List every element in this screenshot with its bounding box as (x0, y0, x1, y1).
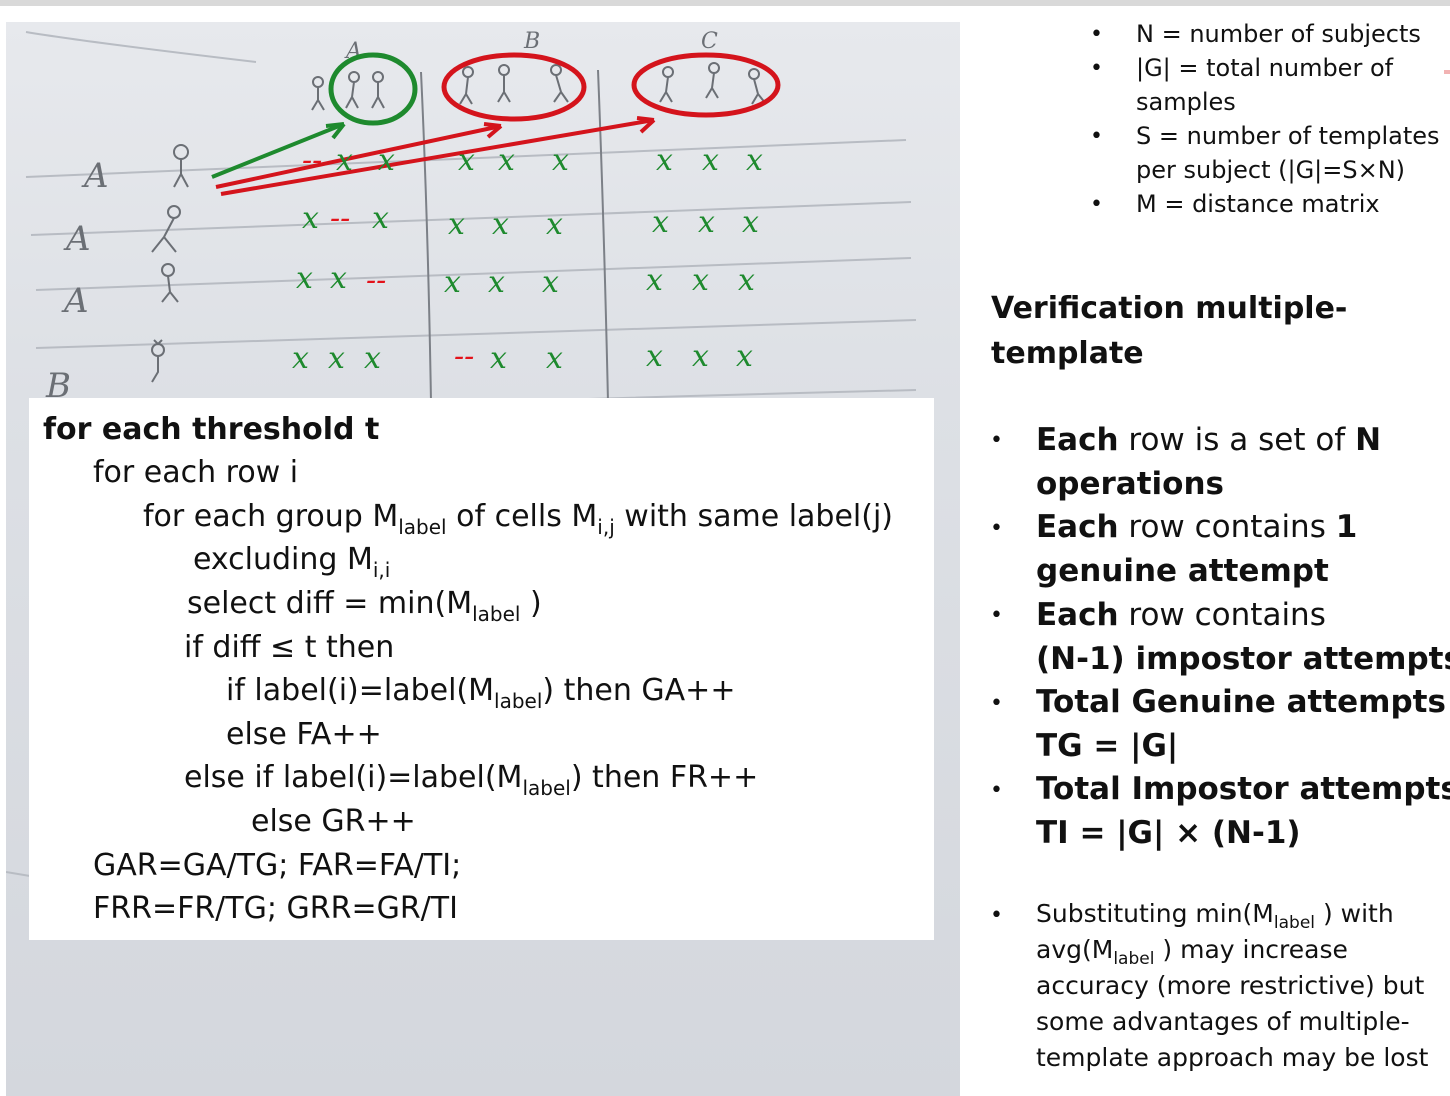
note-line-1: Substituting min(Mlabel ) with (1036, 899, 1394, 933)
impostor-mark: x (364, 341, 381, 376)
algo-line-rates-1: GAR=GA/TG; FAR=FA/TI; (93, 848, 462, 883)
bullet: • (990, 428, 1003, 453)
impostor-mark: x (656, 143, 673, 178)
definition-s: S = number of templates (1136, 122, 1440, 150)
impostor-group-circle-b (441, 52, 587, 122)
impostor-mark: x (448, 207, 465, 242)
impostor-mark: x (492, 207, 509, 242)
bullet-impostor-attempts-cont: (N-1) impostor attempts (1036, 641, 1450, 677)
impostor-mark: x (738, 263, 755, 298)
genuine-mark: -- (330, 201, 350, 236)
genuine-mark: -- (366, 263, 386, 298)
algo-line-if-diff: if diff ≤ t then (184, 630, 395, 665)
comparison-arrows (211, 116, 656, 196)
bullet: • (990, 603, 1003, 628)
bullet: • (1090, 124, 1103, 149)
impostor-mark: x (702, 143, 719, 178)
slide-title-line-2: template (991, 336, 1144, 371)
impostor-mark: x (736, 339, 753, 374)
slide-title-line-1: Verification multiple- (991, 291, 1348, 326)
impostor-mark: x (552, 143, 569, 178)
algorithm-box: for each threshold t for each row i for … (29, 398, 934, 940)
note-line-4: some advantages of multiple- (1036, 1007, 1410, 1036)
impostor-mark: x (652, 205, 669, 240)
impostor-mark: x (692, 263, 709, 298)
bullet-genuine-attempt: Each row contains 1 (1036, 509, 1358, 545)
impostor-mark: x (742, 205, 759, 240)
impostor-mark: x (330, 261, 347, 296)
row-label-2: A (63, 219, 91, 259)
definition-n: N = number of subjects (1136, 20, 1421, 48)
bullet-total-impostor: Total Impostor attempts (1036, 771, 1450, 807)
bullet: • (1090, 56, 1103, 81)
right-panel: • N = number of subjects • |G| = total n… (960, 0, 1450, 1096)
genuine-mark: -- (302, 143, 322, 178)
column-label-c: C (701, 29, 718, 54)
impostor-mark: x (372, 201, 389, 236)
bullet: • (990, 691, 1003, 716)
bullet-impostor-attempts: Each row contains (1036, 597, 1326, 633)
column-stick-figures (311, 62, 767, 111)
bullet: • (990, 778, 1003, 803)
impostor-mark: x (292, 341, 309, 376)
impostor-mark: x (490, 341, 507, 376)
impostor-mark: x (542, 265, 559, 300)
bullet: • (990, 903, 1003, 928)
algo-line-select: select diff = min(Mlabel ) (187, 586, 542, 626)
corner-mark (1444, 70, 1450, 74)
impostor-mark: x (378, 143, 395, 178)
bullet-genuine-attempt-cont: genuine attempt (1036, 553, 1329, 589)
impostor-mark: x (336, 143, 353, 178)
algo-line-excluding: excluding Mi,i (193, 542, 391, 582)
bullet: • (1090, 22, 1103, 47)
algo-line-row: for each row i (93, 455, 299, 490)
bullet-total-genuine: Total Genuine attempts (1036, 684, 1446, 720)
impostor-mark: x (458, 143, 475, 178)
impostor-mark: x (698, 205, 715, 240)
impostor-mark: x (488, 265, 505, 300)
genuine-mark: -- (454, 339, 474, 374)
algo-line-ga: if label(i)=label(Mlabel) then GA++ (226, 673, 736, 713)
bullet-row-operations-cont: operations (1036, 466, 1224, 502)
impostor-mark: x (646, 339, 663, 374)
impostor-mark: x (296, 261, 313, 296)
mark-grid: -- x x x x x x x x x -- x x x x x x x x … (292, 143, 763, 376)
bullet-total-impostor-formula: TI = |G| × (N-1) (1036, 815, 1301, 851)
algo-line-fr: else if label(i)=label(Mlabel) then FR++ (184, 760, 759, 800)
impostor-mark: x (746, 143, 763, 178)
algo-line-gr: else GR++ (251, 804, 416, 839)
algo-line-threshold: for each threshold t (43, 412, 380, 447)
column-label-b: B (523, 29, 540, 54)
genuine-group-circle (328, 52, 418, 126)
impostor-mark: x (498, 143, 515, 178)
bullet: • (1090, 192, 1103, 217)
impostor-mark: x (444, 265, 461, 300)
slide-title: Verification multiple- template (991, 286, 1411, 376)
row-label-3: A (61, 281, 89, 321)
algo-line-fa: else FA++ (226, 717, 382, 752)
definition-g-cont: samples (1136, 88, 1236, 116)
definition-s-cont: per subject (|G|=S×N) (1136, 156, 1406, 184)
row-stick-figures (151, 144, 189, 383)
bullet-row-operations: Each row is a set of N (1036, 422, 1382, 458)
note-text: Substituting min(Mlabel ) with avg(Mlabe… (1036, 896, 1428, 1076)
impostor-mark: x (302, 201, 319, 236)
impostor-mark: x (646, 263, 663, 298)
impostor-mark: x (546, 341, 563, 376)
bullet-total-genuine-formula: TG = |G| (1036, 728, 1179, 764)
definition-g: |G| = total number of (1136, 54, 1394, 82)
bullet: • (990, 516, 1003, 541)
impostor-mark: x (546, 207, 563, 242)
algo-line-rates-2: FRR=FR/TG; GRR=GR/TI (93, 891, 458, 926)
row-labels: A A A B (45, 156, 109, 406)
impostor-mark: x (692, 339, 709, 374)
note-line-2: avg(Mlabel ) may increase (1036, 935, 1348, 969)
note-line-5: template approach may be lost (1036, 1043, 1429, 1072)
note-line-3: accuracy (more restrictive) but (1036, 971, 1425, 1000)
algo-line-group: for each group Mlabel of cells Mi,j with… (143, 499, 894, 539)
row-label-1: A (81, 156, 109, 196)
impostor-mark: x (328, 341, 345, 376)
definition-m: M = distance matrix (1136, 190, 1380, 218)
